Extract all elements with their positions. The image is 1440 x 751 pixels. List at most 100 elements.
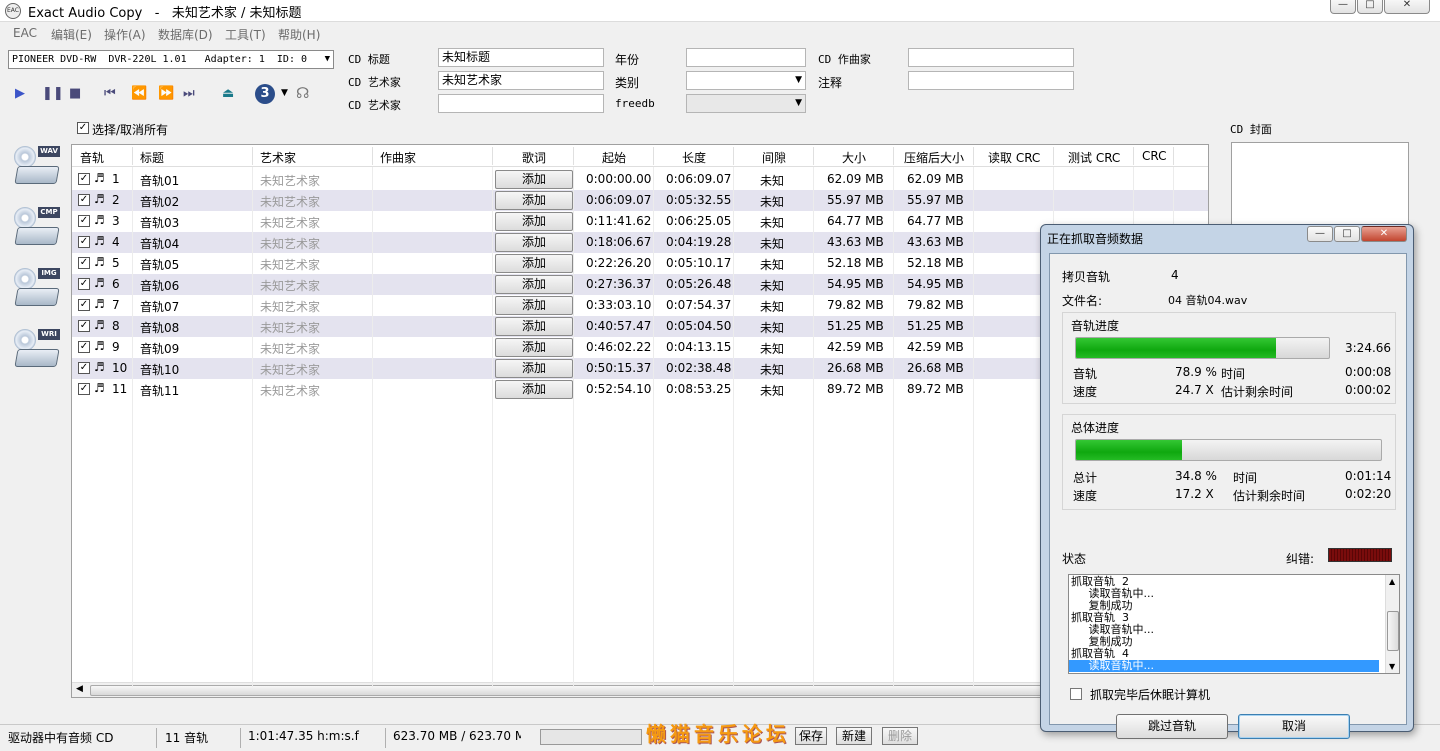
col-crc[interactable]: CRC — [1142, 149, 1167, 163]
col-title[interactable]: 标题 — [140, 149, 164, 166]
select-all-checkbox[interactable]: ✓ — [77, 122, 89, 134]
menu-database[interactable]: 数据库(D) — [158, 26, 213, 43]
track-row[interactable]: ✓ ♬ 11 音轨11 未知艺术家 0:52:54.10 0:08:53.25 未知 89.72… — [72, 379, 1208, 400]
col-length[interactable]: 长度 — [682, 149, 706, 166]
cd-cover-image[interactable] — [1231, 142, 1409, 232]
add-lyrics-button[interactable]: 添加 — [495, 191, 573, 210]
menu-tools[interactable]: 工具(T) — [225, 26, 266, 43]
stop-icon[interactable]: ■ — [69, 86, 81, 101]
add-lyrics-button[interactable]: 添加 — [495, 254, 573, 273]
column-divider[interactable] — [653, 147, 654, 165]
play-icon[interactable]: ▶ — [15, 86, 25, 101]
dialog-minimize-button[interactable]: — — [1307, 226, 1333, 242]
add-lyrics-button[interactable]: 添加 — [495, 338, 573, 357]
drive-select[interactable]: PIONEER DVD-RW DVR-220L 1.01 Adapter: 1 … — [8, 50, 334, 69]
menu-eac[interactable]: EAC — [13, 26, 37, 40]
menu-help[interactable]: 帮助(H) — [278, 26, 320, 43]
col-artist[interactable]: 艺术家 — [260, 149, 296, 166]
track-row[interactable]: ✓ ♬ 2 音轨02 未知艺术家 0:06:09.07 0:05:32.55 未知 55.97 … — [72, 190, 1208, 211]
skip-track-button[interactable]: 跳过音轨 — [1116, 714, 1228, 739]
minimize-button[interactable]: — — [1330, 0, 1356, 14]
track-checkbox[interactable]: ✓ — [78, 383, 90, 395]
genre-select[interactable]: ▼ — [686, 71, 806, 90]
track-row[interactable]: ✓ ♬ 6 音轨06 未知艺术家 0:27:36.37 0:05:26.48 未知 54.95 … — [72, 274, 1208, 295]
add-lyrics-button[interactable]: 添加 — [495, 212, 573, 231]
add-lyrics-button[interactable]: 添加 — [495, 380, 573, 399]
col-start[interactable]: 起始 — [602, 149, 626, 166]
col-composer[interactable]: 作曲家 — [380, 149, 416, 166]
add-lyrics-button[interactable]: 添加 — [495, 233, 573, 252]
cd-artist2-input[interactable] — [438, 94, 604, 113]
track-checkbox[interactable]: ✓ — [78, 341, 90, 353]
column-divider[interactable] — [1133, 147, 1134, 165]
add-lyrics-button[interactable]: 添加 — [495, 317, 573, 336]
composer-input[interactable] — [908, 48, 1074, 67]
col-track[interactable]: 音轨 — [80, 149, 104, 166]
column-divider[interactable] — [372, 147, 373, 165]
delete-button[interactable]: 删除 — [882, 727, 918, 745]
column-divider[interactable] — [252, 147, 253, 165]
extract-compressed-button[interactable]: CMP — [12, 207, 62, 253]
column-divider[interactable] — [1053, 147, 1054, 165]
add-lyrics-button[interactable]: 添加 — [495, 275, 573, 294]
track-row[interactable]: ✓ ♬ 9 音轨09 未知艺术家 0:46:02.22 0:04:13.15 未知 42.59 … — [72, 337, 1208, 358]
scroll-left-icon[interactable]: ◀ — [76, 684, 83, 694]
year-input[interactable] — [686, 48, 806, 67]
menu-edit[interactable]: 编辑(E) — [51, 26, 92, 43]
track-row[interactable]: ✓ ♬ 1 音轨01 未知艺术家 0:00:00.00 0:06:09.07 未知 62.09 … — [72, 169, 1208, 190]
track-row[interactable]: ✓ ♬ 4 音轨04 未知艺术家 0:18:06.67 0:04:19.28 未知 43.63 … — [72, 232, 1208, 253]
column-divider[interactable] — [813, 147, 814, 165]
cd-title-input[interactable]: 未知标题 — [438, 48, 604, 67]
track-checkbox[interactable]: ✓ — [78, 257, 90, 269]
eject-icon[interactable]: ⏏ — [222, 86, 234, 101]
freedb-select[interactable]: ▼ — [686, 94, 806, 113]
add-lyrics-button[interactable]: 添加 — [495, 170, 573, 189]
log-scroll-thumb[interactable] — [1387, 611, 1399, 651]
next-track-icon[interactable]: ⏭ — [183, 86, 195, 101]
shutdown-checkbox[interactable] — [1070, 688, 1082, 700]
log-line-selected[interactable]: 读取音轨中... — [1069, 660, 1379, 672]
new-button[interactable]: 新建 — [836, 727, 872, 745]
scroll-down-icon[interactable]: ▼ — [1389, 661, 1395, 673]
dialog-close-button[interactable]: ✕ — [1361, 226, 1407, 242]
pause-icon[interactable]: ❚❚ — [42, 86, 64, 101]
track-row[interactable]: ✓ ♬ 8 音轨08 未知艺术家 0:40:57.47 0:05:04.50 未知 51.25 … — [72, 316, 1208, 337]
previous-track-icon[interactable]: ⏮ — [104, 86, 116, 101]
track-checkbox[interactable]: ✓ — [78, 299, 90, 311]
column-divider[interactable] — [1173, 147, 1174, 165]
col-gap[interactable]: 间隙 — [762, 149, 786, 166]
column-divider[interactable] — [733, 147, 734, 165]
column-divider[interactable] — [973, 147, 974, 165]
track-checkbox[interactable]: ✓ — [78, 362, 90, 374]
comment-input[interactable] — [908, 71, 1074, 90]
status-log[interactable]: 抓取音轨 2 读取音轨中... 复制成功 抓取音轨 3 读取音轨中... 复制成… — [1068, 574, 1400, 674]
col-compressed-size[interactable]: 压缩后大小 — [904, 149, 964, 166]
cd-artist-input[interactable]: 未知艺术家 — [438, 71, 604, 90]
cancel-button[interactable]: 取消 — [1238, 714, 1350, 739]
extract-wav-button[interactable]: WAV — [12, 146, 62, 192]
menu-action[interactable]: 操作(A) — [104, 26, 146, 43]
scrollbar-thumb[interactable] — [90, 685, 1140, 696]
horizontal-scrollbar[interactable]: ◀ — [72, 682, 1208, 697]
copy-image-button[interactable]: IMG — [12, 268, 62, 314]
cd-drive-icon[interactable]: ☊ — [296, 84, 309, 102]
track-row[interactable]: ✓ ♬ 5 音轨05 未知艺术家 0:22:26.20 0:05:10.17 未知 52.18 … — [72, 253, 1208, 274]
add-lyrics-button[interactable]: 添加 — [495, 359, 573, 378]
track-row[interactable]: ✓ ♬ 3 音轨03 未知艺术家 0:11:41.62 0:06:25.05 未知 64.77 … — [72, 211, 1208, 232]
track-checkbox[interactable]: ✓ — [78, 278, 90, 290]
track-row[interactable]: ✓ ♬ 7 音轨07 未知艺术家 0:33:03.10 0:07:54.37 未知 79.82 … — [72, 295, 1208, 316]
track-checkbox[interactable]: ✓ — [78, 320, 90, 332]
dialog-maximize-button[interactable]: □ — [1334, 226, 1360, 242]
log-scrollbar[interactable]: ▲ ▼ — [1385, 575, 1399, 673]
col-lyrics[interactable]: 歌词 — [522, 149, 546, 166]
column-divider[interactable] — [492, 147, 493, 165]
speed-dropdown-icon[interactable]: ▼ — [281, 88, 288, 98]
speed-indicator[interactable]: 3 — [255, 84, 275, 104]
scroll-up-icon[interactable]: ▲ — [1389, 576, 1395, 588]
column-divider[interactable] — [132, 147, 133, 165]
column-divider[interactable] — [893, 147, 894, 165]
track-checkbox[interactable]: ✓ — [78, 194, 90, 206]
save-button[interactable]: 保存 — [795, 727, 827, 745]
close-button[interactable]: ✕ — [1384, 0, 1430, 14]
rewind-icon[interactable]: ⏪ — [131, 86, 147, 101]
